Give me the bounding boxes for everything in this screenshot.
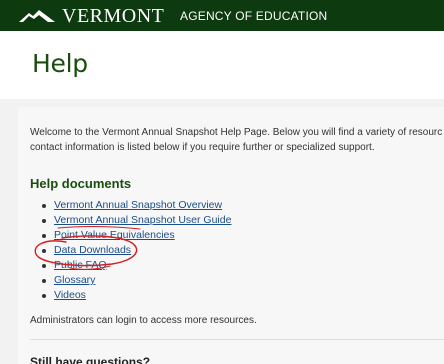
site-header: VERMONT AGENCY OF EDUCATION bbox=[0, 0, 444, 31]
overview-link[interactable]: Vermont Annual Snapshot Overview bbox=[54, 199, 222, 211]
user-guide-link[interactable]: Vermont Annual Snapshot User Guide bbox=[54, 214, 231, 226]
videos-link[interactable]: Videos bbox=[54, 289, 86, 301]
admin-note: Administrators can login to access more … bbox=[30, 315, 257, 326]
page-title: Help bbox=[32, 49, 88, 78]
glossary-link[interactable]: Glossary bbox=[54, 274, 95, 286]
agency-name: AGENCY OF EDUCATION bbox=[180, 9, 328, 23]
list-item: Data Downloads bbox=[30, 243, 231, 258]
list-item: Public FAQ bbox=[30, 258, 231, 273]
intro-paragraph: Welcome to the Vermont Annual Snapshot H… bbox=[30, 125, 444, 155]
still-have-questions-heading: Still have questions? bbox=[30, 355, 151, 364]
intro-line-2: contact information is listed below if y… bbox=[30, 142, 375, 153]
list-item: Glossary bbox=[30, 273, 231, 288]
vermont-wordmark: VERMONT bbox=[62, 5, 165, 27]
brand-logo-link[interactable]: VERMONT bbox=[18, 5, 164, 27]
data-downloads-link[interactable]: Data Downloads bbox=[54, 244, 131, 256]
list-item: Videos bbox=[30, 288, 231, 303]
help-documents-list: Vermont Annual Snapshot Overview Vermont… bbox=[30, 198, 231, 303]
list-item: Point Value Equivalencies bbox=[30, 228, 231, 243]
title-band: Help bbox=[0, 31, 444, 99]
intro-line-1: Welcome to the Vermont Annual Snapshot H… bbox=[30, 127, 443, 138]
list-item: Vermont Annual Snapshot User Guide bbox=[30, 213, 231, 228]
help-documents-heading: Help documents bbox=[30, 176, 132, 191]
list-item: Vermont Annual Snapshot Overview bbox=[30, 198, 231, 213]
content-panel: Welcome to the Vermont Annual Snapshot H… bbox=[18, 107, 444, 364]
vermont-mountain-logo-icon bbox=[18, 7, 56, 25]
section-divider bbox=[30, 339, 444, 340]
public-faq-link[interactable]: Public FAQ bbox=[54, 259, 107, 271]
main-content: Welcome to the Vermont Annual Snapshot H… bbox=[0, 99, 444, 364]
point-value-equivalencies-link[interactable]: Point Value Equivalencies bbox=[54, 229, 175, 241]
